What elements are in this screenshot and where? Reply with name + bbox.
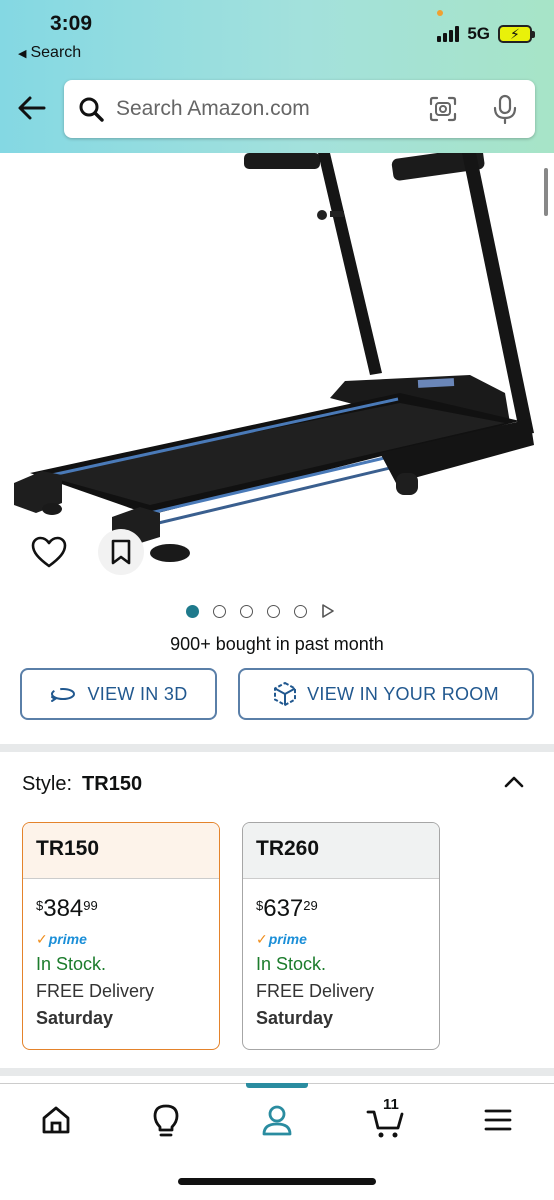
lightbulb-icon[interactable] (146, 1100, 186, 1140)
prime-check-icon: ✓ (256, 931, 268, 947)
status-indicators: 5G ⚡ (437, 24, 535, 44)
rotate-3d-icon (51, 688, 76, 702)
style-label: Style: (22, 773, 73, 795)
bookmark-icon (111, 539, 131, 565)
status-time: 3:09 (50, 12, 93, 35)
pagination-dot[interactable] (213, 604, 226, 618)
delivery-day: Saturday (36, 1008, 114, 1028)
camera-scan-icon[interactable] (428, 95, 458, 123)
signal-icon (437, 26, 460, 42)
cart-count-badge: 11 (383, 1096, 399, 1113)
style-selected-value: TR150 (82, 773, 143, 795)
style-option-tr260[interactable]: TR260 $637 29 ✓prime In Stock. FREE Deliv… (242, 822, 440, 1050)
back-arrow-icon[interactable] (16, 92, 48, 124)
chevron-up-icon[interactable] (502, 770, 526, 794)
option-name: TR150 (23, 823, 219, 879)
save-button[interactable] (98, 529, 144, 575)
style-heading: Style: TR150 (22, 773, 142, 796)
home-indicator (178, 1178, 376, 1185)
heart-icon[interactable] (30, 533, 68, 571)
view-in-your-room-label: VIEW IN YOUR ROOM (307, 683, 499, 704)
pagination-dot[interactable] (186, 604, 199, 618)
image-pagination[interactable] (186, 604, 335, 618)
prime-badge: ✓prime (36, 931, 87, 947)
stock-status: In Stock. (36, 954, 107, 974)
prime-badge: ✓prime (256, 931, 307, 947)
view-in-3d-label: VIEW IN 3D (87, 683, 188, 704)
search-bar[interactable] (64, 80, 535, 138)
option-price: $384 99 (36, 895, 98, 922)
privacy-indicator (437, 10, 443, 16)
product-image-carousel[interactable] (0, 153, 554, 593)
delivery-text: FREE Delivery (256, 981, 375, 1001)
delivery-text: FREE Delivery (36, 981, 155, 1001)
pagination-dot[interactable] (294, 604, 307, 618)
menu-icon[interactable] (478, 1100, 518, 1140)
header: 3:09 ◀ Search 5G ⚡ (0, 0, 554, 153)
microphone-icon[interactable] (492, 94, 518, 124)
scroll-indicator (544, 168, 548, 216)
status-back-label: Search (30, 44, 82, 61)
option-price: $637 29 (256, 895, 318, 922)
view-in-your-room-button[interactable]: VIEW IN YOUR ROOM (238, 668, 534, 720)
home-icon[interactable] (36, 1100, 76, 1140)
pagination-dot[interactable] (267, 604, 280, 618)
prime-check-icon: ✓ (36, 931, 48, 947)
status-back-link[interactable]: ◀ Search (18, 44, 81, 62)
active-tab-indicator (246, 1083, 308, 1088)
section-divider (0, 744, 554, 752)
delivery-day: Saturday (256, 1008, 334, 1028)
search-icon (79, 97, 104, 122)
back-triangle-icon: ◀ (18, 48, 27, 60)
video-play-icon[interactable] (321, 604, 335, 618)
ar-cube-icon (274, 681, 297, 707)
pagination-dot[interactable] (240, 604, 253, 618)
style-option-tr150[interactable]: TR150 $384 99 ✓prime In Stock. FREE Deliv… (22, 822, 220, 1050)
network-type: 5G (467, 24, 490, 43)
stock-status: In Stock. (256, 954, 327, 974)
search-input[interactable] (116, 95, 416, 123)
view-in-3d-button[interactable]: VIEW IN 3D (20, 668, 217, 720)
section-divider (0, 1068, 554, 1076)
bought-in-past-month: 900+ bought in past month (170, 634, 384, 654)
option-name: TR260 (243, 823, 439, 879)
treadmill-image (14, 153, 534, 562)
battery-icon: ⚡ (498, 25, 535, 43)
account-icon[interactable] (257, 1100, 297, 1140)
